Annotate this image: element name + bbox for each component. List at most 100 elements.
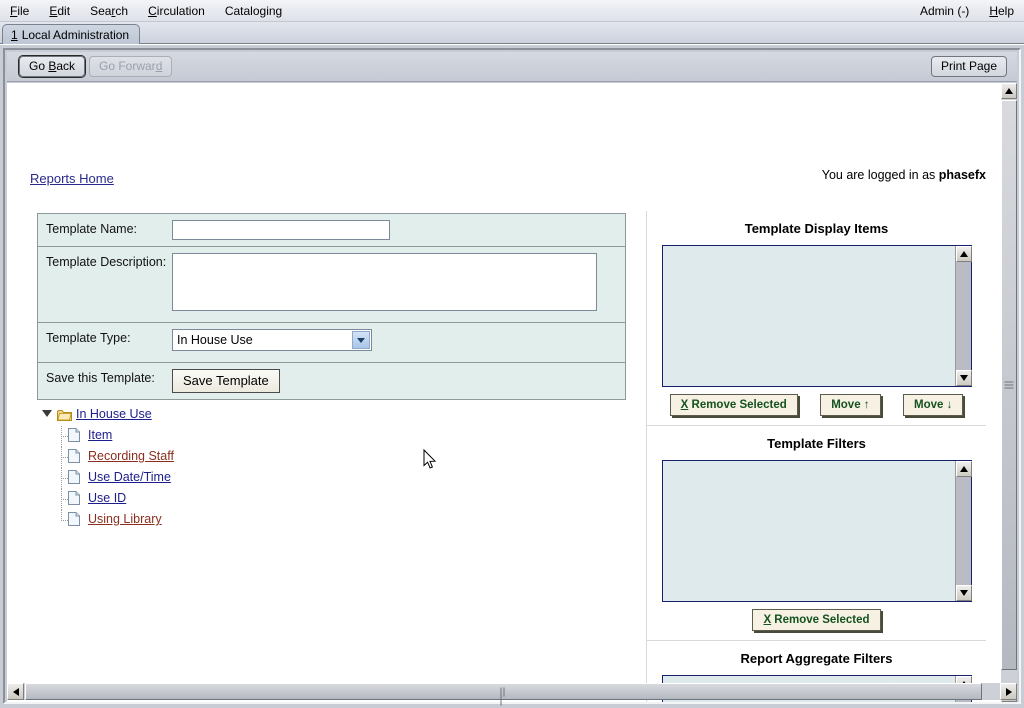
scroll-up-icon[interactable] bbox=[955, 461, 972, 477]
listbox-scrollbar[interactable] bbox=[954, 461, 972, 601]
form-row-save-template: Save this Template: Save Template bbox=[38, 363, 625, 399]
remove-label: Remove Selected bbox=[771, 614, 870, 626]
template-description-textarea[interactable] bbox=[172, 253, 597, 311]
browser-pane: Go Back Go Forward Print Page Reports Ho… bbox=[3, 48, 1021, 705]
document-page: Reports Home You are logged in as phasef… bbox=[7, 83, 1017, 702]
document-icon bbox=[68, 428, 80, 442]
tab-accel-number: 1 bbox=[11, 28, 18, 42]
mouse-cursor bbox=[423, 448, 437, 470]
section-template-display-items: Template Display Items X Remove Selected… bbox=[647, 211, 986, 425]
folder-icon bbox=[57, 408, 72, 421]
tree-item-use-id[interactable]: Use ID bbox=[88, 491, 126, 505]
document-icon bbox=[68, 449, 80, 463]
remove-selected-display-items-button[interactable]: X Remove Selected bbox=[669, 394, 798, 416]
tree-item-item[interactable]: Item bbox=[88, 428, 112, 442]
go-forward-button: Go Forward bbox=[89, 56, 173, 77]
form-row-template-type: Template Type: In House Use bbox=[38, 323, 625, 363]
scroll-right-button[interactable] bbox=[1000, 683, 1017, 700]
scroll-up-button[interactable] bbox=[1001, 83, 1017, 99]
scroll-up-icon[interactable] bbox=[955, 246, 972, 262]
menu-item-admin[interactable]: Admin (-) bbox=[911, 2, 978, 20]
remove-selected-filters-button[interactable]: X Remove Selected bbox=[752, 609, 881, 631]
document-icon bbox=[68, 491, 80, 505]
form-row-template-description: Template Description: bbox=[38, 247, 625, 323]
template-display-items-title: Template Display Items bbox=[744, 221, 889, 236]
template-display-items-listbox[interactable] bbox=[661, 245, 972, 387]
triangle-right-icon bbox=[1005, 687, 1012, 696]
save-template-button[interactable]: Save Template bbox=[172, 369, 280, 393]
save-template-label: Save this Template: bbox=[46, 371, 155, 385]
template-name-input[interactable] bbox=[172, 220, 390, 240]
menu-item-file[interactable]: File bbox=[1, 2, 38, 20]
scroll-left-button[interactable] bbox=[7, 683, 24, 700]
tree-root-row: In House Use bbox=[42, 405, 342, 426]
display-items-button-row: X Remove Selected Move ↑ Move ↓ bbox=[647, 387, 986, 425]
menu-item-edit[interactable]: Edit bbox=[40, 2, 79, 20]
scroll-down-icon[interactable] bbox=[955, 585, 972, 601]
tree-child-row: Recording Staff bbox=[56, 447, 342, 468]
triangle-left-icon bbox=[12, 687, 19, 696]
save-template-field-cell: Save Template bbox=[172, 363, 625, 399]
tree-item-using-library[interactable]: Using Library bbox=[88, 512, 162, 526]
document-icon bbox=[68, 470, 80, 484]
chevron-down-icon[interactable] bbox=[352, 331, 370, 349]
remove-label: Remove Selected bbox=[688, 399, 787, 411]
source-tree: In House Use Item Recording Staff Use Da… bbox=[42, 405, 342, 531]
page-horizontal-scrollbar[interactable] bbox=[7, 683, 1017, 705]
tree-children: Item Recording Staff Use Date/Time Use I… bbox=[56, 426, 342, 531]
listbox-scrollbar[interactable] bbox=[954, 246, 972, 386]
document-content: Reports Home You are logged in as phasef… bbox=[7, 83, 1001, 702]
window-body: Go Back Go Forward Print Page Reports Ho… bbox=[0, 44, 1024, 708]
move-up-button[interactable]: Move ↑ bbox=[820, 394, 881, 416]
tree-guide-elbow bbox=[61, 478, 68, 479]
go-back-button[interactable]: Go Back bbox=[19, 56, 86, 77]
scrollbar-track[interactable] bbox=[955, 262, 971, 370]
right-column: Template Display Items X Remove Selected… bbox=[646, 211, 986, 702]
template-filters-listbox[interactable] bbox=[661, 460, 972, 602]
tree-guide-elbow bbox=[61, 520, 68, 521]
menu-item-cataloging[interactable]: Cataloging bbox=[216, 2, 291, 20]
tab-label: Local Administration bbox=[21, 28, 130, 42]
tree-item-use-date-time[interactable]: Use Date/Time bbox=[88, 470, 171, 484]
print-page-button[interactable]: Print Page bbox=[930, 56, 1007, 77]
template-type-select[interactable]: In House Use bbox=[172, 329, 372, 351]
tree-guide-elbow bbox=[61, 436, 68, 437]
tree-child-row: Use Date/Time bbox=[56, 468, 342, 489]
navigation-toolbar: Go Back Go Forward Print Page bbox=[7, 52, 1017, 82]
tree-item-recording-staff[interactable]: Recording Staff bbox=[88, 449, 174, 463]
menu-bar: File Edit Search Circulation Cataloging … bbox=[0, 0, 1024, 22]
move-down-button[interactable]: Move ↓ bbox=[903, 394, 964, 416]
menu-item-circulation[interactable]: Circulation bbox=[139, 2, 214, 20]
menu-item-help[interactable]: Help bbox=[980, 2, 1023, 20]
template-type-selected-value: In House Use bbox=[177, 333, 253, 347]
section-template-filters: Template Filters X Remove Selected bbox=[647, 425, 986, 640]
template-description-field-cell bbox=[172, 247, 625, 322]
tree-guide-elbow bbox=[61, 499, 68, 500]
login-status: You are logged in as phasefx bbox=[822, 168, 986, 182]
horizontal-scroll-thumb[interactable] bbox=[25, 683, 982, 705]
document-icon bbox=[68, 512, 80, 526]
tree-child-row: Item bbox=[56, 426, 342, 447]
scrollbar-track[interactable] bbox=[955, 477, 971, 585]
template-type-field-cell: In House Use bbox=[172, 323, 625, 362]
triangle-down-icon[interactable] bbox=[42, 410, 52, 417]
tree-child-row: Use ID bbox=[56, 489, 342, 510]
remove-accel: X bbox=[763, 614, 772, 626]
scroll-thumb-grip bbox=[1004, 381, 1014, 389]
scroll-down-icon[interactable] bbox=[955, 370, 972, 386]
template-name-label: Template Name: bbox=[46, 222, 138, 236]
page-vertical-scrollbar[interactable] bbox=[1001, 83, 1017, 702]
login-status-prefix: You are logged in as bbox=[821, 168, 939, 182]
template-name-field-cell bbox=[172, 214, 625, 246]
form-row-template-name: Template Name: bbox=[38, 214, 625, 247]
vertical-scroll-thumb[interactable] bbox=[1001, 100, 1017, 670]
tree-item-in-house-use[interactable]: In House Use bbox=[76, 407, 152, 421]
triangle-up-icon bbox=[1005, 88, 1013, 94]
template-description-label: Template Description: bbox=[46, 255, 167, 269]
tab-local-administration[interactable]: 1 Local Administration bbox=[2, 24, 141, 45]
filters-button-row: X Remove Selected bbox=[647, 602, 986, 640]
menu-item-search[interactable]: Search bbox=[81, 2, 137, 20]
tree-child-row: Using Library bbox=[56, 510, 342, 531]
reports-home-link[interactable]: Reports Home bbox=[30, 171, 114, 186]
scroll-thumb-grip bbox=[500, 687, 507, 705]
